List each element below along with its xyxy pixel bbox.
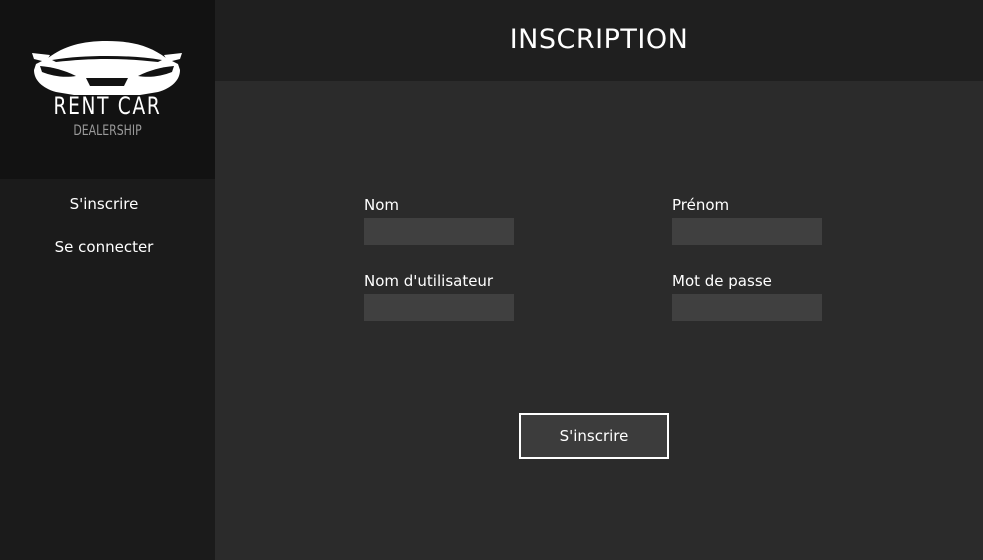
- nom-input[interactable]: [364, 218, 514, 245]
- prenom-label: Prénom: [672, 196, 730, 214]
- username-label: Nom d'utilisateur: [364, 272, 494, 290]
- logo-panel: RENT CAR DEALERSHIP: [0, 0, 215, 179]
- sports-car-icon: [32, 41, 182, 95]
- brand-subtitle: DEALERSHIP: [73, 123, 142, 139]
- sidebar: RENT CAR DEALERSHIP S'inscrire Se connec…: [0, 0, 215, 560]
- register-button[interactable]: S'inscrire: [519, 413, 669, 459]
- brand-title: RENT CAR: [53, 92, 162, 120]
- password-input[interactable]: [672, 294, 822, 321]
- page-header: INSCRIPTION: [215, 0, 983, 81]
- sidebar-item-login[interactable]: Se connecter: [0, 238, 208, 256]
- username-input[interactable]: [364, 294, 514, 321]
- sidebar-item-register[interactable]: S'inscrire: [0, 195, 208, 213]
- password-label: Mot de passe: [672, 272, 772, 290]
- page-title: INSCRIPTION: [509, 24, 689, 55]
- app-window: RENT CAR DEALERSHIP S'inscrire Se connec…: [0, 0, 983, 560]
- prenom-input[interactable]: [672, 218, 822, 245]
- nom-label: Nom: [364, 196, 400, 214]
